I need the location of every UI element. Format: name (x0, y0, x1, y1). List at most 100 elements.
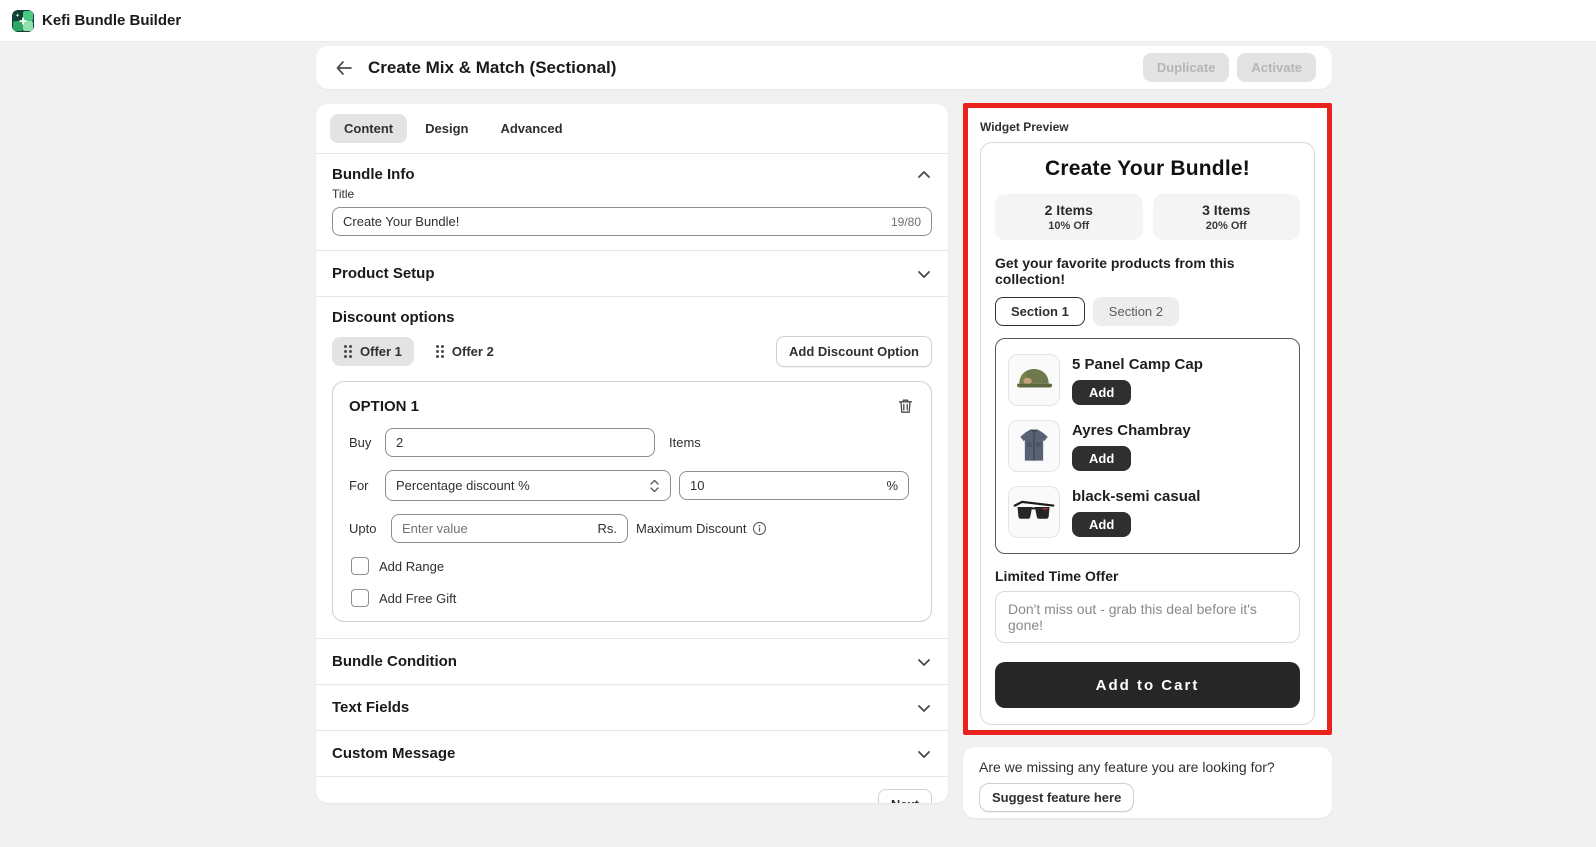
max-discount-label: Maximum Discount (636, 521, 747, 536)
page-header: Create Mix & Match (Sectional) Duplicate… (316, 46, 1332, 89)
section-2-tab[interactable]: Section 2 (1093, 297, 1179, 326)
chevron-down-icon (916, 266, 932, 282)
bundle-info-header[interactable]: Bundle Info (332, 166, 932, 183)
custom-message-header[interactable]: Custom Message (316, 731, 948, 776)
add-range-row[interactable]: Add Range (351, 557, 915, 575)
tier-items-label: 2 Items (999, 202, 1139, 218)
widget-preview-card: Create Your Bundle! 2 Items 10% Off 3 It… (980, 142, 1315, 725)
bundle-condition-header[interactable]: Bundle Condition (316, 639, 948, 684)
product-setup-header[interactable]: Product Setup (316, 251, 948, 296)
buy-input-wrap (385, 428, 655, 457)
add-discount-option-button[interactable]: Add Discount Option (776, 336, 932, 367)
product-setup-title: Product Setup (332, 265, 435, 282)
tier-3-items[interactable]: 3 Items 20% Off (1153, 194, 1301, 240)
app-logo-icon (12, 10, 34, 32)
black-sunglasses-image (1008, 486, 1060, 538)
buy-label: Buy (349, 435, 377, 450)
duplicate-button[interactable]: Duplicate (1143, 53, 1230, 82)
add-range-label: Add Range (379, 559, 444, 574)
bundle-title-input[interactable] (343, 214, 883, 229)
product-name: black-semi casual (1072, 488, 1200, 505)
limited-time-offer-input[interactable] (995, 591, 1300, 643)
add-free-gift-checkbox[interactable] (351, 589, 369, 607)
option-1-header: OPTION 1 (349, 396, 915, 416)
custom-message-title: Custom Message (332, 745, 455, 762)
product-row: black-semi casual Add (1008, 479, 1287, 545)
preview-subtitle: Get your favorite products from this col… (995, 255, 1300, 287)
text-fields-header[interactable]: Text Fields (316, 685, 948, 730)
chevron-down-icon (916, 746, 932, 762)
olive-cap-image (1008, 354, 1060, 406)
discount-options-section: Discount options Offer 1 Offer 2 Add Dis… (316, 297, 948, 638)
add-range-checkbox[interactable] (351, 557, 369, 575)
widget-preview-label: Widget Preview (980, 120, 1315, 134)
buy-quantity-input[interactable] (396, 435, 644, 450)
preview-section-tabs: Section 1 Section 2 (995, 297, 1300, 326)
offer-chips-row: Offer 1 Offer 2 Add Discount Option (332, 336, 932, 367)
activate-button[interactable]: Activate (1237, 53, 1316, 82)
section-1-tab[interactable]: Section 1 (995, 297, 1085, 326)
upto-row: Upto Rs. Maximum Discount (349, 514, 915, 543)
add-to-cart-button[interactable]: Add to Cart (995, 662, 1300, 708)
drag-handle-icon (344, 345, 352, 358)
back-button[interactable] (332, 59, 356, 77)
limited-time-offer-label: Limited Time Offer (995, 568, 1300, 584)
product-info: 5 Panel Camp Cap Add (1072, 356, 1203, 405)
offer-1-chip[interactable]: Offer 1 (332, 337, 414, 366)
tier-discount-label: 20% Off (1157, 220, 1297, 232)
product-info: black-semi casual Add (1072, 488, 1200, 537)
info-icon[interactable] (752, 521, 767, 536)
page-title: Create Mix & Match (Sectional) (368, 58, 616, 78)
offer-2-chip[interactable]: Offer 2 (424, 337, 506, 366)
chevron-down-icon (916, 700, 932, 716)
add-product-button[interactable]: Add (1072, 512, 1131, 537)
left-footer: Bundle Condition Text Fields Custom Mess… (316, 638, 948, 803)
bundle-info-section: Bundle Info Title 19/80 (316, 154, 948, 250)
discount-value-input[interactable] (690, 478, 880, 493)
discount-type-select[interactable]: Percentage discount % (385, 470, 671, 501)
bundle-info-title: Bundle Info (332, 166, 415, 183)
add-free-gift-label: Add Free Gift (379, 591, 456, 606)
preview-bundle-title: Create Your Bundle! (995, 157, 1300, 181)
discount-value-wrap: % (679, 471, 909, 500)
option-1-card: OPTION 1 Buy Items For Percentage discou… (332, 381, 932, 622)
add-product-button[interactable]: Add (1072, 380, 1131, 405)
product-name: Ayres Chambray (1072, 422, 1191, 439)
tier-2-items[interactable]: 2 Items 10% Off (995, 194, 1143, 240)
product-row: Ayres Chambray Add (1008, 413, 1287, 479)
topbar: Kefi Bundle Builder (0, 0, 1596, 42)
tier-discount-label: 10% Off (999, 220, 1139, 232)
offer-2-label: Offer 2 (452, 344, 494, 359)
option-1-title: OPTION 1 (349, 398, 419, 415)
tab-advanced[interactable]: Advanced (486, 114, 576, 143)
percent-suffix: % (886, 478, 898, 493)
chevron-down-icon (916, 654, 932, 670)
tab-content[interactable]: Content (330, 114, 407, 143)
product-info: Ayres Chambray Add (1072, 422, 1191, 471)
delete-option-button[interactable] (896, 396, 915, 416)
tab-design[interactable]: Design (411, 114, 482, 143)
drag-handle-icon (436, 345, 444, 358)
for-row: For Percentage discount % % (349, 470, 915, 501)
upto-value-input[interactable] (402, 521, 592, 536)
add-product-button[interactable]: Add (1072, 446, 1131, 471)
bundle-condition-title: Bundle Condition (332, 653, 457, 670)
items-label: Items (669, 435, 701, 450)
upto-label: Upto (349, 521, 383, 536)
feature-request-question: Are we missing any feature you are looki… (979, 759, 1316, 775)
chevron-up-icon (916, 167, 932, 183)
feature-request-card: Are we missing any feature you are looki… (963, 747, 1332, 818)
next-button[interactable]: Next (878, 789, 932, 803)
char-counter: 19/80 (891, 215, 921, 229)
currency-suffix: Rs. (598, 521, 618, 536)
title-field-label: Title (332, 187, 932, 201)
buy-row: Buy Items (349, 428, 915, 457)
suggest-feature-button[interactable]: Suggest feature here (979, 783, 1134, 812)
trash-icon (898, 398, 913, 414)
discount-type-value: Percentage discount % (396, 478, 530, 493)
max-discount-label-wrap: Maximum Discount (636, 521, 767, 536)
footer-row: Next (316, 777, 948, 803)
add-free-gift-row[interactable]: Add Free Gift (351, 589, 915, 607)
product-row: 5 Panel Camp Cap Add (1008, 347, 1287, 413)
product-list: 5 Panel Camp Cap Add Ayres Chambray (995, 338, 1300, 554)
